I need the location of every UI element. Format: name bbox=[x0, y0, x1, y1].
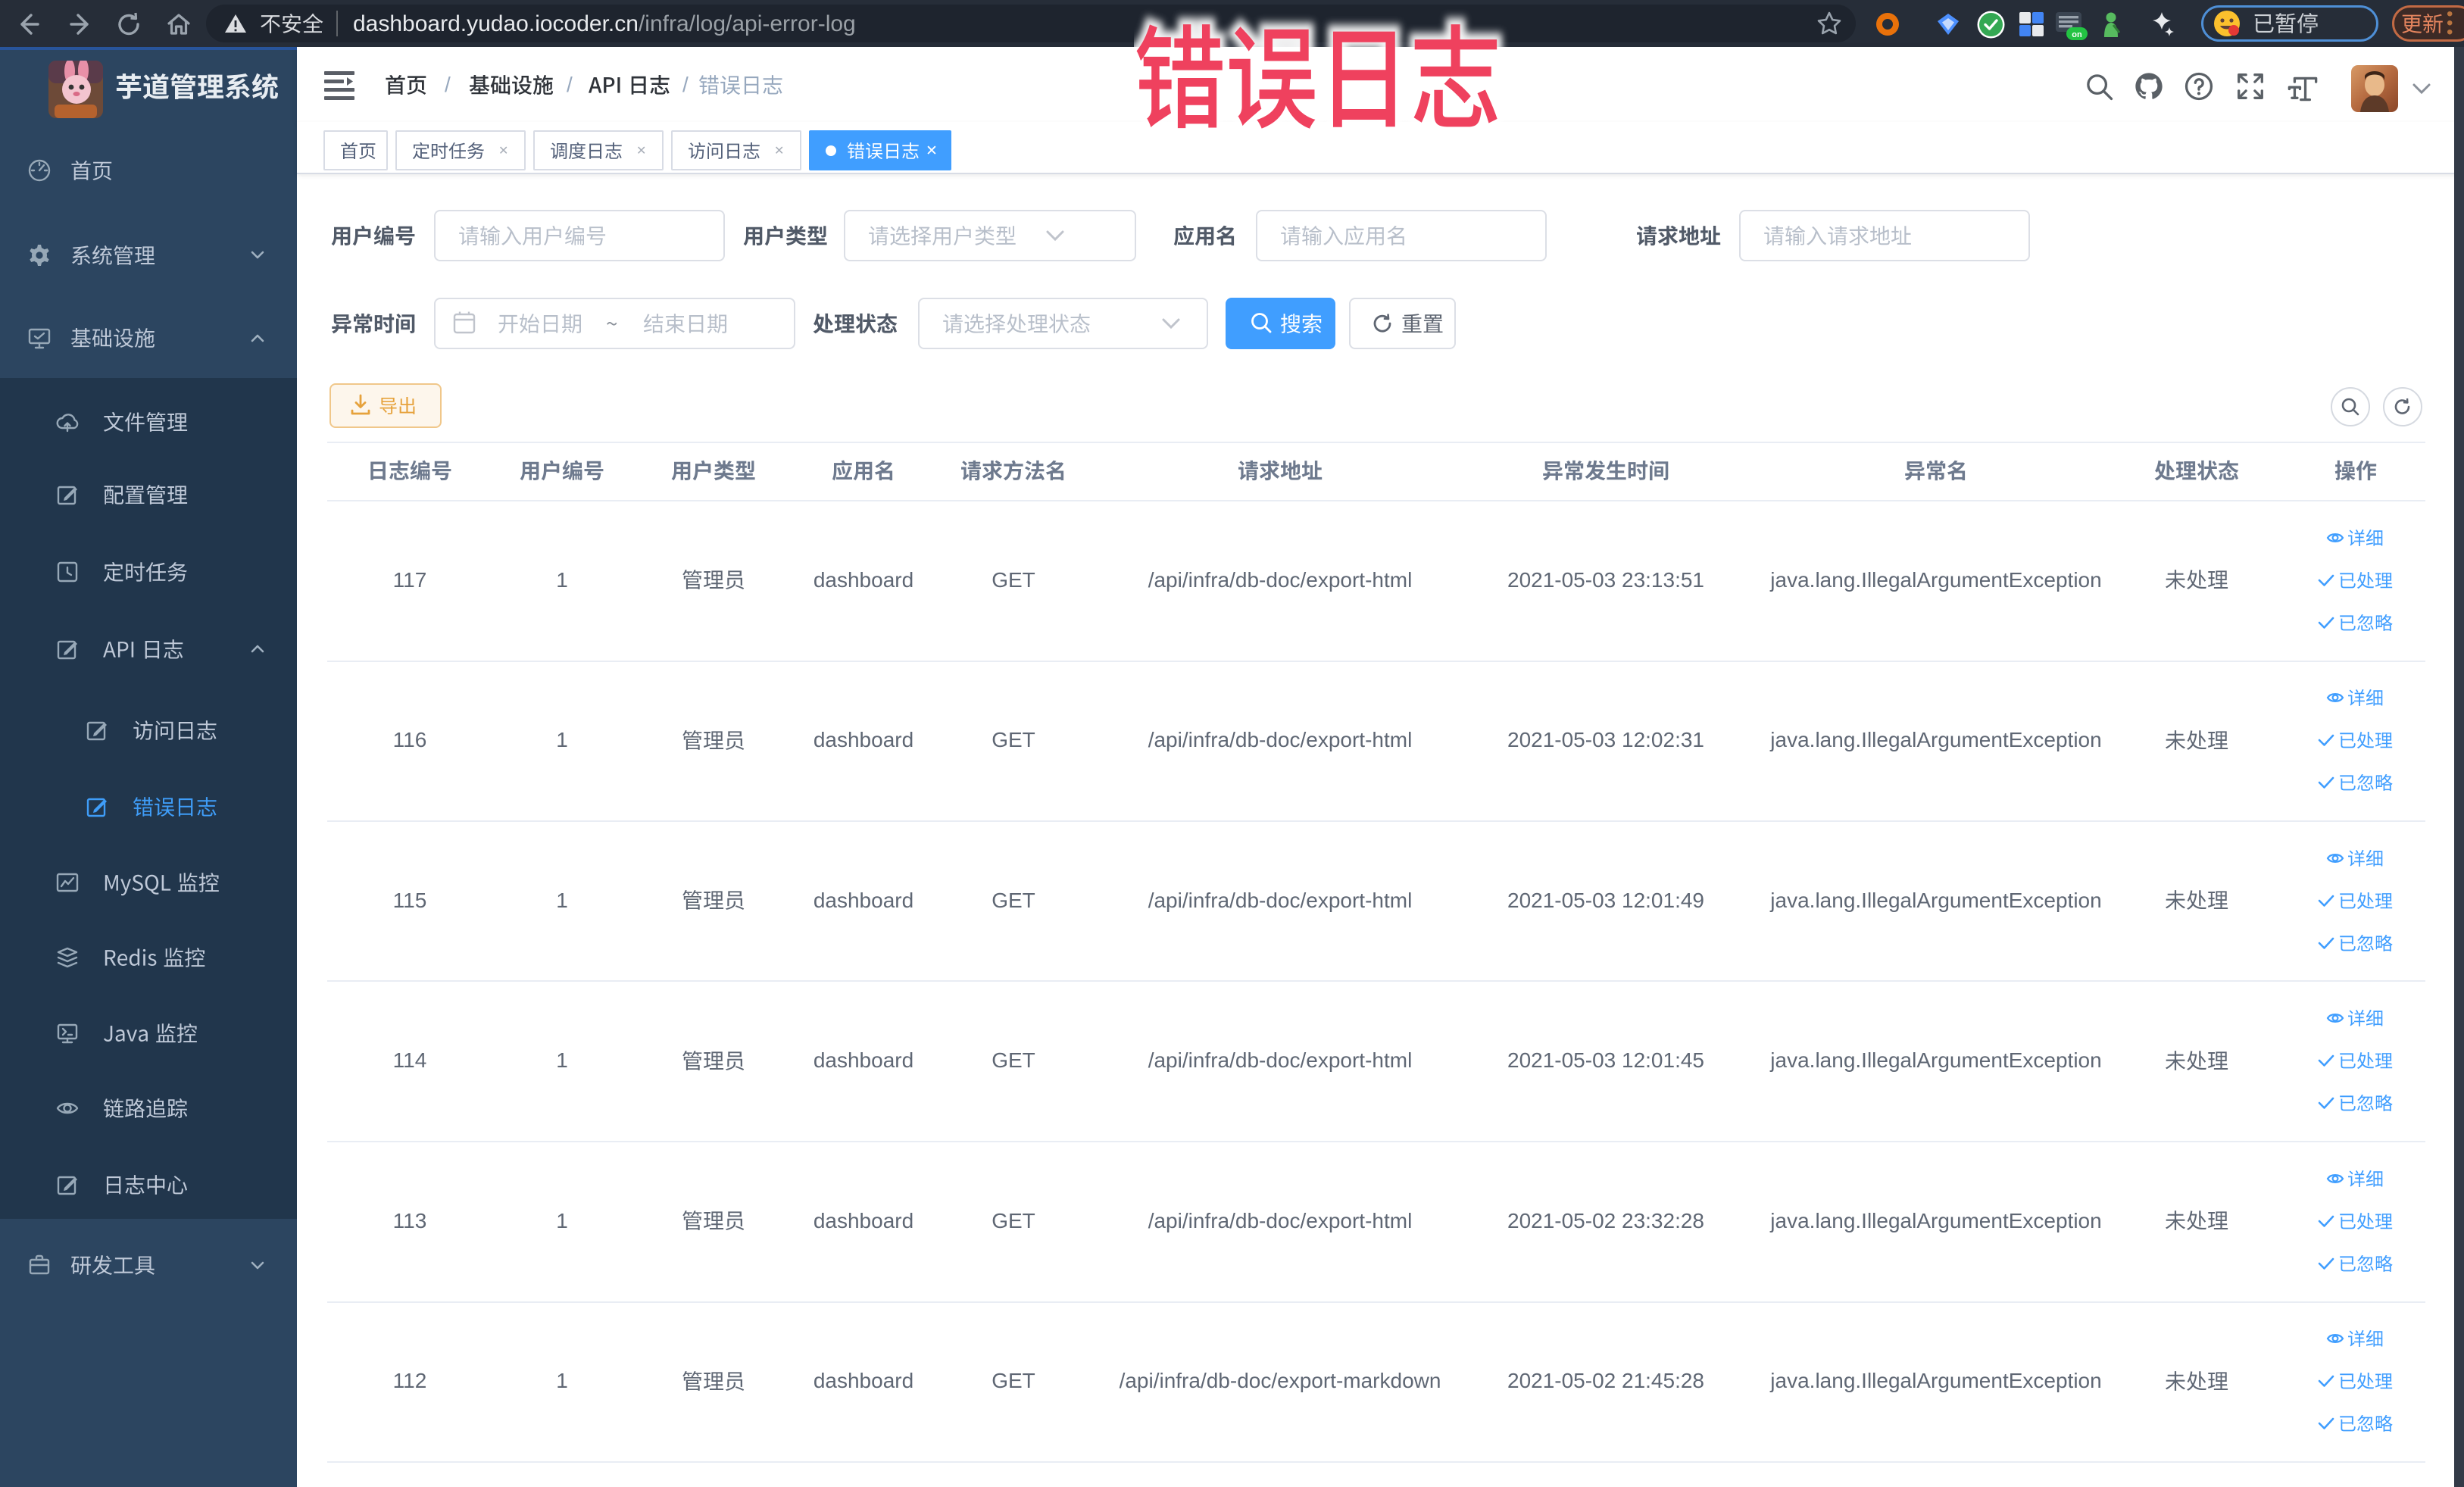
svg-text:on: on bbox=[2072, 30, 2082, 39]
